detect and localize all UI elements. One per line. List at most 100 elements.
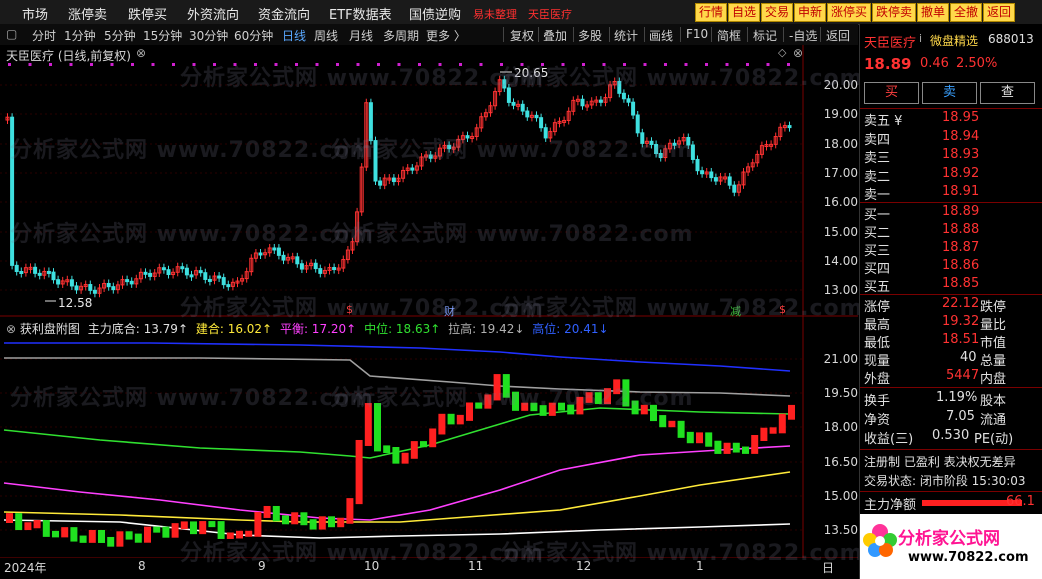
stock-name[interactable]: 天臣医疗 bbox=[864, 32, 916, 51]
period-more[interactable]: 更多 〉 bbox=[426, 27, 466, 44]
ask-price[interactable]: 18.94 bbox=[942, 129, 979, 147]
indicator-candle bbox=[153, 526, 161, 533]
price-change-pct: 2.50% bbox=[956, 56, 998, 71]
btn-limit-up-buy[interactable]: 涨停买 bbox=[827, 3, 872, 22]
indicator-candle bbox=[107, 536, 115, 547]
bid-price[interactable]: 18.89 bbox=[942, 204, 979, 222]
stat-label: 量比 bbox=[980, 318, 1007, 333]
btn-cancel-order[interactable]: 撤单 bbox=[917, 3, 950, 22]
period-multi[interactable]: 多周期 bbox=[383, 27, 419, 44]
btn-ipo[interactable]: 申新 bbox=[794, 3, 827, 22]
indicator-candle bbox=[732, 442, 740, 453]
buy-button[interactable]: 买 bbox=[864, 82, 919, 104]
ask-price[interactable]: 18.93 bbox=[942, 147, 979, 165]
stat-value: 19.32 bbox=[942, 314, 980, 329]
indicator-candle bbox=[355, 439, 363, 505]
indicator-candle bbox=[751, 435, 759, 454]
period-1min[interactable]: 1分钟 bbox=[64, 27, 96, 44]
btn-limit-down-sell[interactable]: 跌停卖 bbox=[872, 3, 917, 22]
toolbar-divider bbox=[503, 27, 504, 42]
menu-reverse-repo[interactable]: 国债逆购 bbox=[409, 4, 461, 23]
watermark: 分析家公式网 www.70822.com bbox=[500, 66, 864, 91]
period-tick[interactable]: 分时 bbox=[32, 27, 56, 44]
indicator-candle bbox=[52, 530, 59, 538]
period-weekly[interactable]: 周线 bbox=[314, 27, 338, 44]
ytick: 21.00 bbox=[823, 352, 858, 366]
indicator-candle bbox=[98, 529, 105, 543]
ask-price[interactable]: 18.95 bbox=[942, 110, 979, 128]
menu-limit-up-sell[interactable]: 涨停卖 bbox=[68, 4, 107, 23]
btn-trade[interactable]: 交易 bbox=[761, 3, 794, 22]
indicator-candle bbox=[401, 452, 409, 464]
menu-capital-flow[interactable]: 资金流向 bbox=[258, 4, 310, 23]
indicator-candle bbox=[33, 520, 41, 529]
indicator-toggle-icon[interactable]: ⊗ bbox=[6, 322, 16, 336]
candle-body bbox=[226, 284, 231, 288]
indicator-candle bbox=[171, 523, 179, 538]
candle-body bbox=[299, 263, 304, 270]
ask-price[interactable]: 18.91 bbox=[942, 184, 979, 202]
candle-body bbox=[631, 101, 636, 116]
btn-quote[interactable]: 行情 bbox=[695, 3, 728, 22]
candle-body bbox=[281, 254, 286, 261]
ask-label: 卖一 bbox=[864, 188, 891, 203]
btn-watchlist[interactable]: 自选 bbox=[728, 3, 761, 22]
tool-stats[interactable]: 统计 bbox=[614, 27, 638, 44]
ask-price[interactable]: 18.92 bbox=[942, 166, 979, 184]
logo-url: www.70822.com bbox=[908, 550, 1029, 565]
candle-body bbox=[534, 114, 539, 119]
candle-body bbox=[74, 285, 79, 291]
ytick: 19.50 bbox=[823, 386, 858, 400]
tool-overlay[interactable]: 叠加 bbox=[543, 27, 567, 44]
candle-body bbox=[635, 114, 640, 134]
period-15min[interactable]: 15分钟 bbox=[143, 27, 182, 44]
stat-label: 总量 bbox=[980, 354, 1007, 369]
candle-body bbox=[46, 270, 51, 274]
tool-f10[interactable]: F10 bbox=[686, 27, 708, 41]
bid-price[interactable]: 18.86 bbox=[942, 258, 979, 276]
menu-red-item-2[interactable]: 天臣医疗 bbox=[528, 6, 572, 22]
tool-adjust[interactable]: 复权 bbox=[510, 27, 534, 44]
ask-label: 卖四 bbox=[864, 133, 891, 148]
btn-return[interactable]: 返回 bbox=[983, 3, 1016, 22]
menu-etf-table[interactable]: ETF数据表 bbox=[329, 4, 392, 23]
indicator-candle bbox=[190, 521, 197, 535]
bid-price[interactable]: 18.88 bbox=[942, 222, 979, 240]
bid-price[interactable]: 18.87 bbox=[942, 240, 979, 258]
sell-button[interactable]: 卖 bbox=[922, 82, 977, 104]
period-5min[interactable]: 5分钟 bbox=[104, 27, 136, 44]
main-net-value: 66.1 bbox=[1006, 494, 1035, 509]
menu-foreign-flow[interactable]: 外资流向 bbox=[187, 4, 239, 23]
chart-options-icon[interactable]: ⊗ bbox=[136, 46, 146, 60]
tool-return[interactable]: 返回 bbox=[826, 27, 850, 44]
candle-body bbox=[709, 171, 714, 179]
period-30min[interactable]: 30分钟 bbox=[189, 27, 228, 44]
period-60min[interactable]: 60分钟 bbox=[234, 27, 273, 44]
panel-toggle-icon[interactable]: ▢ bbox=[6, 27, 17, 41]
btn-cancel-all[interactable]: 全撤 bbox=[950, 3, 983, 22]
low-label: 12.58 bbox=[58, 296, 93, 310]
menu-market[interactable]: 市场 bbox=[22, 4, 48, 23]
chart-close-icon[interactable]: ⊗ bbox=[793, 46, 803, 60]
period-monthly[interactable]: 月线 bbox=[349, 27, 373, 44]
tool-multi-stock[interactable]: 多股 bbox=[578, 27, 602, 44]
indicator-name[interactable]: 获利盘附图 bbox=[20, 322, 80, 336]
tool-frame[interactable]: 简框 bbox=[717, 27, 741, 44]
indicator-candle bbox=[723, 442, 731, 454]
indicator-candle bbox=[263, 505, 271, 518]
chart-zoom-icon[interactable]: ◇ bbox=[778, 46, 786, 59]
tool-draw[interactable]: 画线 bbox=[649, 27, 673, 44]
tool-mark[interactable]: 标记 bbox=[753, 27, 777, 44]
indicator-candle bbox=[420, 441, 427, 448]
info-icon[interactable]: i bbox=[919, 32, 922, 50]
query-button[interactable]: 查 bbox=[980, 82, 1035, 104]
menu-limit-down-buy[interactable]: 跌停买 bbox=[128, 4, 167, 23]
board-tag[interactable]: 微盘精选 bbox=[930, 32, 978, 50]
period-daily[interactable]: 日线 bbox=[282, 27, 306, 44]
bid-price[interactable]: 18.85 bbox=[942, 276, 979, 294]
tool-add-watchlist[interactable]: -自选 bbox=[789, 27, 817, 44]
menu-red-item-1[interactable]: 易未整理 bbox=[473, 6, 517, 22]
indicator-candle bbox=[668, 420, 676, 428]
stat-label: 涨停 bbox=[864, 300, 891, 315]
stat2-value: 0.530 bbox=[932, 428, 970, 443]
